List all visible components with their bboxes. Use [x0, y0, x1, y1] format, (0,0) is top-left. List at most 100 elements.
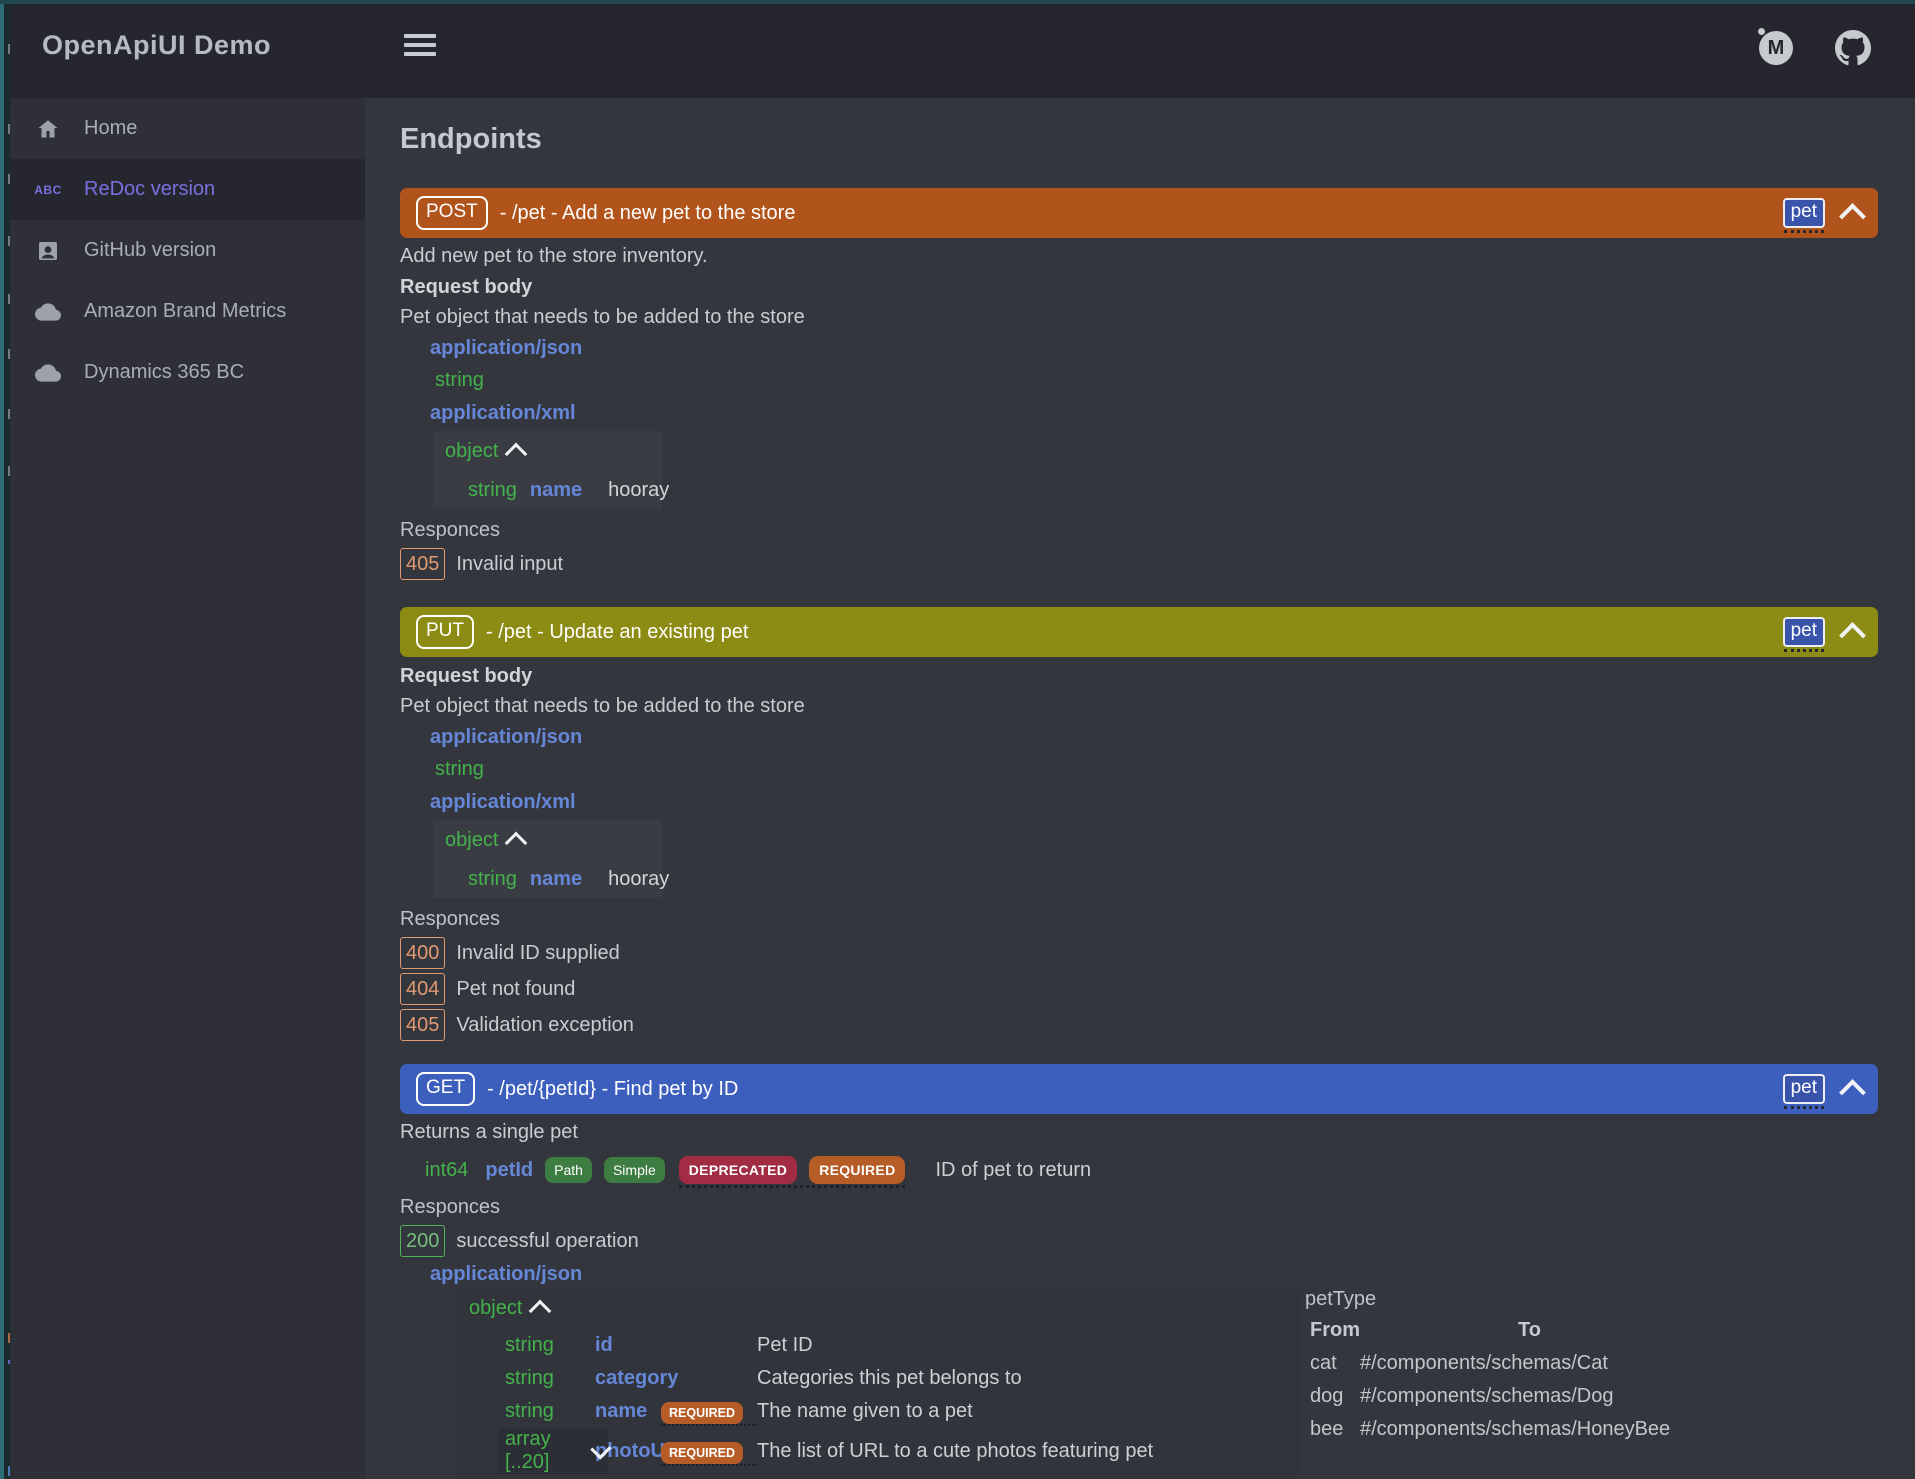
parameter-type: int64: [425, 1159, 468, 1182]
property-name: name: [595, 1400, 661, 1423]
request-body-label: Request body: [400, 661, 1878, 691]
schema-property-row: array [..20] photoUrls REQUIRED The list…: [505, 1428, 1300, 1468]
app-title: OpenApiUI Demo: [42, 30, 271, 61]
status-code-badge: 405: [400, 548, 445, 580]
property-type: string: [468, 868, 517, 890]
from-column-header: From: [1310, 1314, 1518, 1347]
sidebar-item-label: ReDoc version: [84, 178, 215, 201]
schema-type: string: [435, 364, 1878, 397]
response-row: 400 Invalid ID supplied: [400, 936, 1878, 970]
schema-object-panel: object stringnamehooray: [433, 431, 662, 509]
schema-type: string: [435, 753, 1878, 786]
parameter-flags[interactable]: DEPRECATED REQUIRED: [679, 1156, 906, 1184]
response-row: 404 Pet not found: [400, 972, 1878, 1006]
property-type: string: [468, 479, 517, 501]
logo-dot: [1758, 28, 1765, 35]
sidebar-item-github-version[interactable]: GitHub version: [10, 220, 365, 281]
property-type: string: [505, 1400, 595, 1423]
sidebar-item-label: Home: [84, 117, 137, 140]
response-text: Invalid ID supplied: [456, 942, 619, 965]
object-expander[interactable]: object: [469, 1294, 1300, 1322]
tag-pet[interactable]: pet: [1783, 1074, 1825, 1104]
app-bar: OpenApiUI Demo M: [10, 4, 1915, 98]
tag-pet[interactable]: pet: [1783, 198, 1825, 228]
endpoint-title: - /pet - Add a new pet to the store: [500, 202, 796, 225]
request-body-description: Pet object that needs to be added to the…: [400, 302, 1878, 332]
property-name: id: [595, 1334, 661, 1357]
abc-icon: ABC: [35, 183, 61, 197]
chevron-up-icon[interactable]: [1839, 1079, 1866, 1106]
responses-label: Responces: [400, 515, 1878, 545]
sidebar-item-dynamics-365-bc[interactable]: Dynamics 365 BC: [10, 342, 365, 403]
property-value: hooray: [608, 868, 669, 890]
response-schema-panel: object string id Pet ID string category …: [457, 1290, 1300, 1479]
sidebar-item-label: Amazon Brand Metrics: [84, 300, 286, 323]
property-description: Categories this pet belongs to: [757, 1367, 1300, 1390]
discriminator-row: cat#/components/schemas/Cat: [1305, 1347, 1775, 1380]
endpoint-put-pet: PUT - /pet - Update an existing pet pet …: [400, 607, 1878, 1042]
discriminator-row: bee#/components/schemas/HoneyBee: [1305, 1413, 1775, 1446]
menu-icon[interactable]: [404, 34, 436, 60]
sidebar-item-redoc-version[interactable]: ABC ReDoc version: [10, 159, 365, 220]
cloud-icon: [35, 360, 61, 386]
sidebar-item-label: GitHub version: [84, 239, 216, 262]
chevron-up-icon[interactable]: [1839, 622, 1866, 649]
tag-pet[interactable]: pet: [1783, 617, 1825, 647]
chevron-up-icon: [505, 831, 528, 854]
object-expander[interactable]: object: [445, 437, 662, 465]
media-type-json: application/json: [430, 332, 1878, 364]
chevron-up-icon: [505, 442, 528, 465]
media-type-json: application/json: [430, 721, 1878, 753]
sidebar-item-home[interactable]: Home: [10, 98, 365, 159]
response-row: 405 Invalid input: [400, 547, 1878, 581]
github-icon[interactable]: [1835, 30, 1871, 66]
parameter-name: petId: [485, 1159, 533, 1182]
schema-property: stringnamehooray: [468, 476, 662, 504]
property-description: The name given to a pet: [757, 1400, 1300, 1423]
endpoint-header-get[interactable]: GET - /pet/{petId} - Find pet by ID pet: [400, 1064, 1878, 1114]
response-text: Validation exception: [456, 1014, 634, 1037]
required-badge[interactable]: REQUIRED: [661, 1440, 757, 1463]
deprecated-badge: DEPRECATED: [679, 1156, 797, 1184]
status-code-badge: 404: [400, 973, 445, 1005]
discriminator-table: petType FromTo cat#/components/schemas/C…: [1305, 1284, 1775, 1446]
response-text: Pet not found: [456, 978, 575, 1001]
schema-property: stringnamehooray: [468, 865, 662, 893]
object-expander[interactable]: object: [445, 826, 662, 854]
responses-label: Responces: [400, 1192, 1878, 1222]
property-name: name: [530, 868, 582, 890]
parameter-description: ID of pet to return: [935, 1159, 1091, 1182]
param-location-badge: Path: [545, 1157, 592, 1183]
property-type: string: [505, 1367, 595, 1390]
schema-property-row: string category Categories this pet belo…: [505, 1362, 1300, 1395]
endpoint-title: - /pet/{petId} - Find pet by ID: [487, 1078, 738, 1101]
required-badge: REQUIRED: [809, 1156, 905, 1184]
property-type: array [..20]: [505, 1428, 585, 1474]
response-text: Invalid input: [456, 553, 563, 576]
method-badge: POST: [416, 196, 488, 230]
required-badge[interactable]: REQUIRED: [661, 1400, 757, 1423]
param-style-badge: Simple: [604, 1157, 665, 1183]
status-code-badge: 200: [400, 1225, 445, 1257]
account-icon: [35, 239, 61, 263]
parameter-row: int64 petId Path Simple DEPRECATED REQUI…: [425, 1152, 1878, 1188]
main-content: Endpoints POST - /pet - Add a new pet to…: [365, 98, 1915, 1479]
endpoint-post-pet: POST - /pet - Add a new pet to the store…: [400, 188, 1878, 581]
response-row: 405 Validation exception: [400, 1008, 1878, 1042]
property-name: name: [530, 479, 582, 501]
mudblazor-logo-icon[interactable]: M: [1759, 31, 1793, 65]
array-expander[interactable]: array [..20]: [498, 1428, 608, 1474]
media-type-xml: application/xml: [430, 397, 1878, 429]
discriminator-row: dog#/components/schemas/Dog: [1305, 1380, 1775, 1413]
sidebar-item-amazon-brand-metrics[interactable]: Amazon Brand Metrics: [10, 281, 365, 342]
method-badge: PUT: [416, 615, 474, 649]
response-row: 200 successful operation: [400, 1224, 1878, 1258]
chevron-up-icon[interactable]: [1839, 203, 1866, 230]
schema-property-row: string name REQUIRED The name given to a…: [505, 1395, 1300, 1428]
page-title: Endpoints: [400, 122, 1878, 156]
request-body-label: Request body: [400, 272, 1878, 302]
endpoint-title: - /pet - Update an existing pet: [486, 621, 748, 644]
sidebar-item-label: Dynamics 365 BC: [84, 361, 244, 384]
endpoint-header-post[interactable]: POST - /pet - Add a new pet to the store…: [400, 188, 1878, 238]
endpoint-header-put[interactable]: PUT - /pet - Update an existing pet pet: [400, 607, 1878, 657]
